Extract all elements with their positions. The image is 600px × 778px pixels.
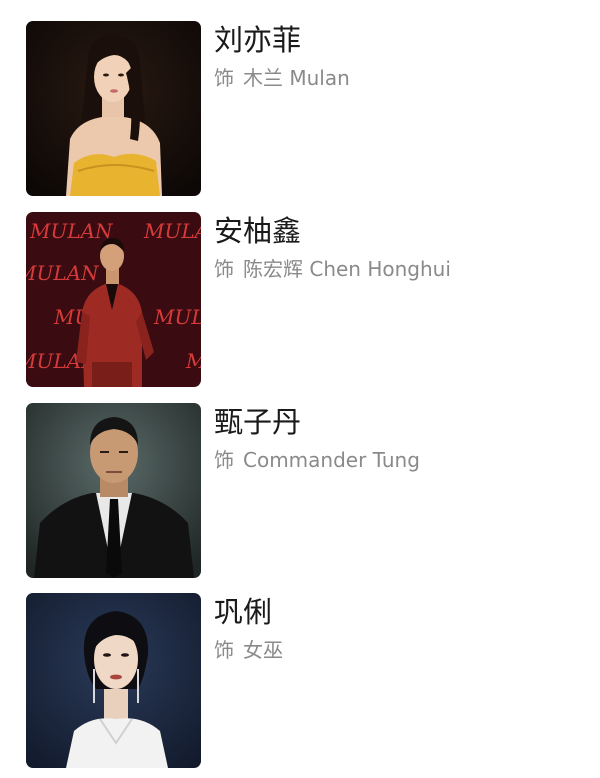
role-text: 饰陈宏辉 Chen Honghui xyxy=(214,256,451,282)
actor-name: 甄子丹 xyxy=(214,405,302,439)
actor-name: 刘亦菲 xyxy=(214,23,302,57)
portrait-photo-icon xyxy=(26,593,201,768)
role-prefix: 饰 xyxy=(214,448,234,472)
role-text: 饰 Commander Tung xyxy=(214,447,420,473)
role-name: 陈宏辉 Chen Honghui xyxy=(243,257,451,281)
actor-photo[interactable] xyxy=(26,403,201,578)
svg-text:MULAN: MULAN xyxy=(26,261,100,285)
role-name: 女巫 xyxy=(243,638,283,662)
role-prefix: 饰 xyxy=(214,638,234,662)
actor-name: 安柚鑫 xyxy=(214,214,302,248)
role-prefix: 饰 xyxy=(214,66,234,90)
svg-text:MULAN: MULAN xyxy=(153,305,201,329)
actor-photo[interactable] xyxy=(26,21,201,196)
role-prefix: 饰 xyxy=(214,257,234,281)
portrait-photo-icon xyxy=(26,403,201,578)
role-text: 饰女巫 xyxy=(214,637,283,663)
portrait-photo-icon: MULAN MULAN MULAN MULAN MULAN MULAN MULA… xyxy=(26,212,201,387)
role-text: 饰木兰 Mulan xyxy=(214,65,350,91)
actor-photo[interactable]: MULAN MULAN MULAN MULAN MULAN MULAN MULA… xyxy=(26,212,201,387)
portrait-photo-icon xyxy=(26,21,201,196)
cast-list: 刘亦菲 饰木兰 Mulan MULAN MULAN MULAN MULAN MU… xyxy=(0,0,600,778)
svg-text:MULAN: MULAN xyxy=(29,219,114,243)
cast-item[interactable]: 甄子丹 饰 Commander Tung xyxy=(26,403,586,578)
actor-name: 巩俐 xyxy=(214,595,273,629)
actor-photo[interactable] xyxy=(26,593,201,768)
cast-item[interactable]: MULAN MULAN MULAN MULAN MULAN MULAN MULA… xyxy=(26,212,586,387)
cast-item[interactable]: 刘亦菲 饰木兰 Mulan xyxy=(26,21,586,196)
svg-text:MULAN: MULAN xyxy=(143,219,201,243)
role-name: Commander Tung xyxy=(243,448,420,472)
cast-item[interactable]: 巩俐 饰女巫 xyxy=(26,593,586,768)
svg-text:MULAN: MULAN xyxy=(185,349,201,373)
role-name: 木兰 Mulan xyxy=(243,66,350,90)
